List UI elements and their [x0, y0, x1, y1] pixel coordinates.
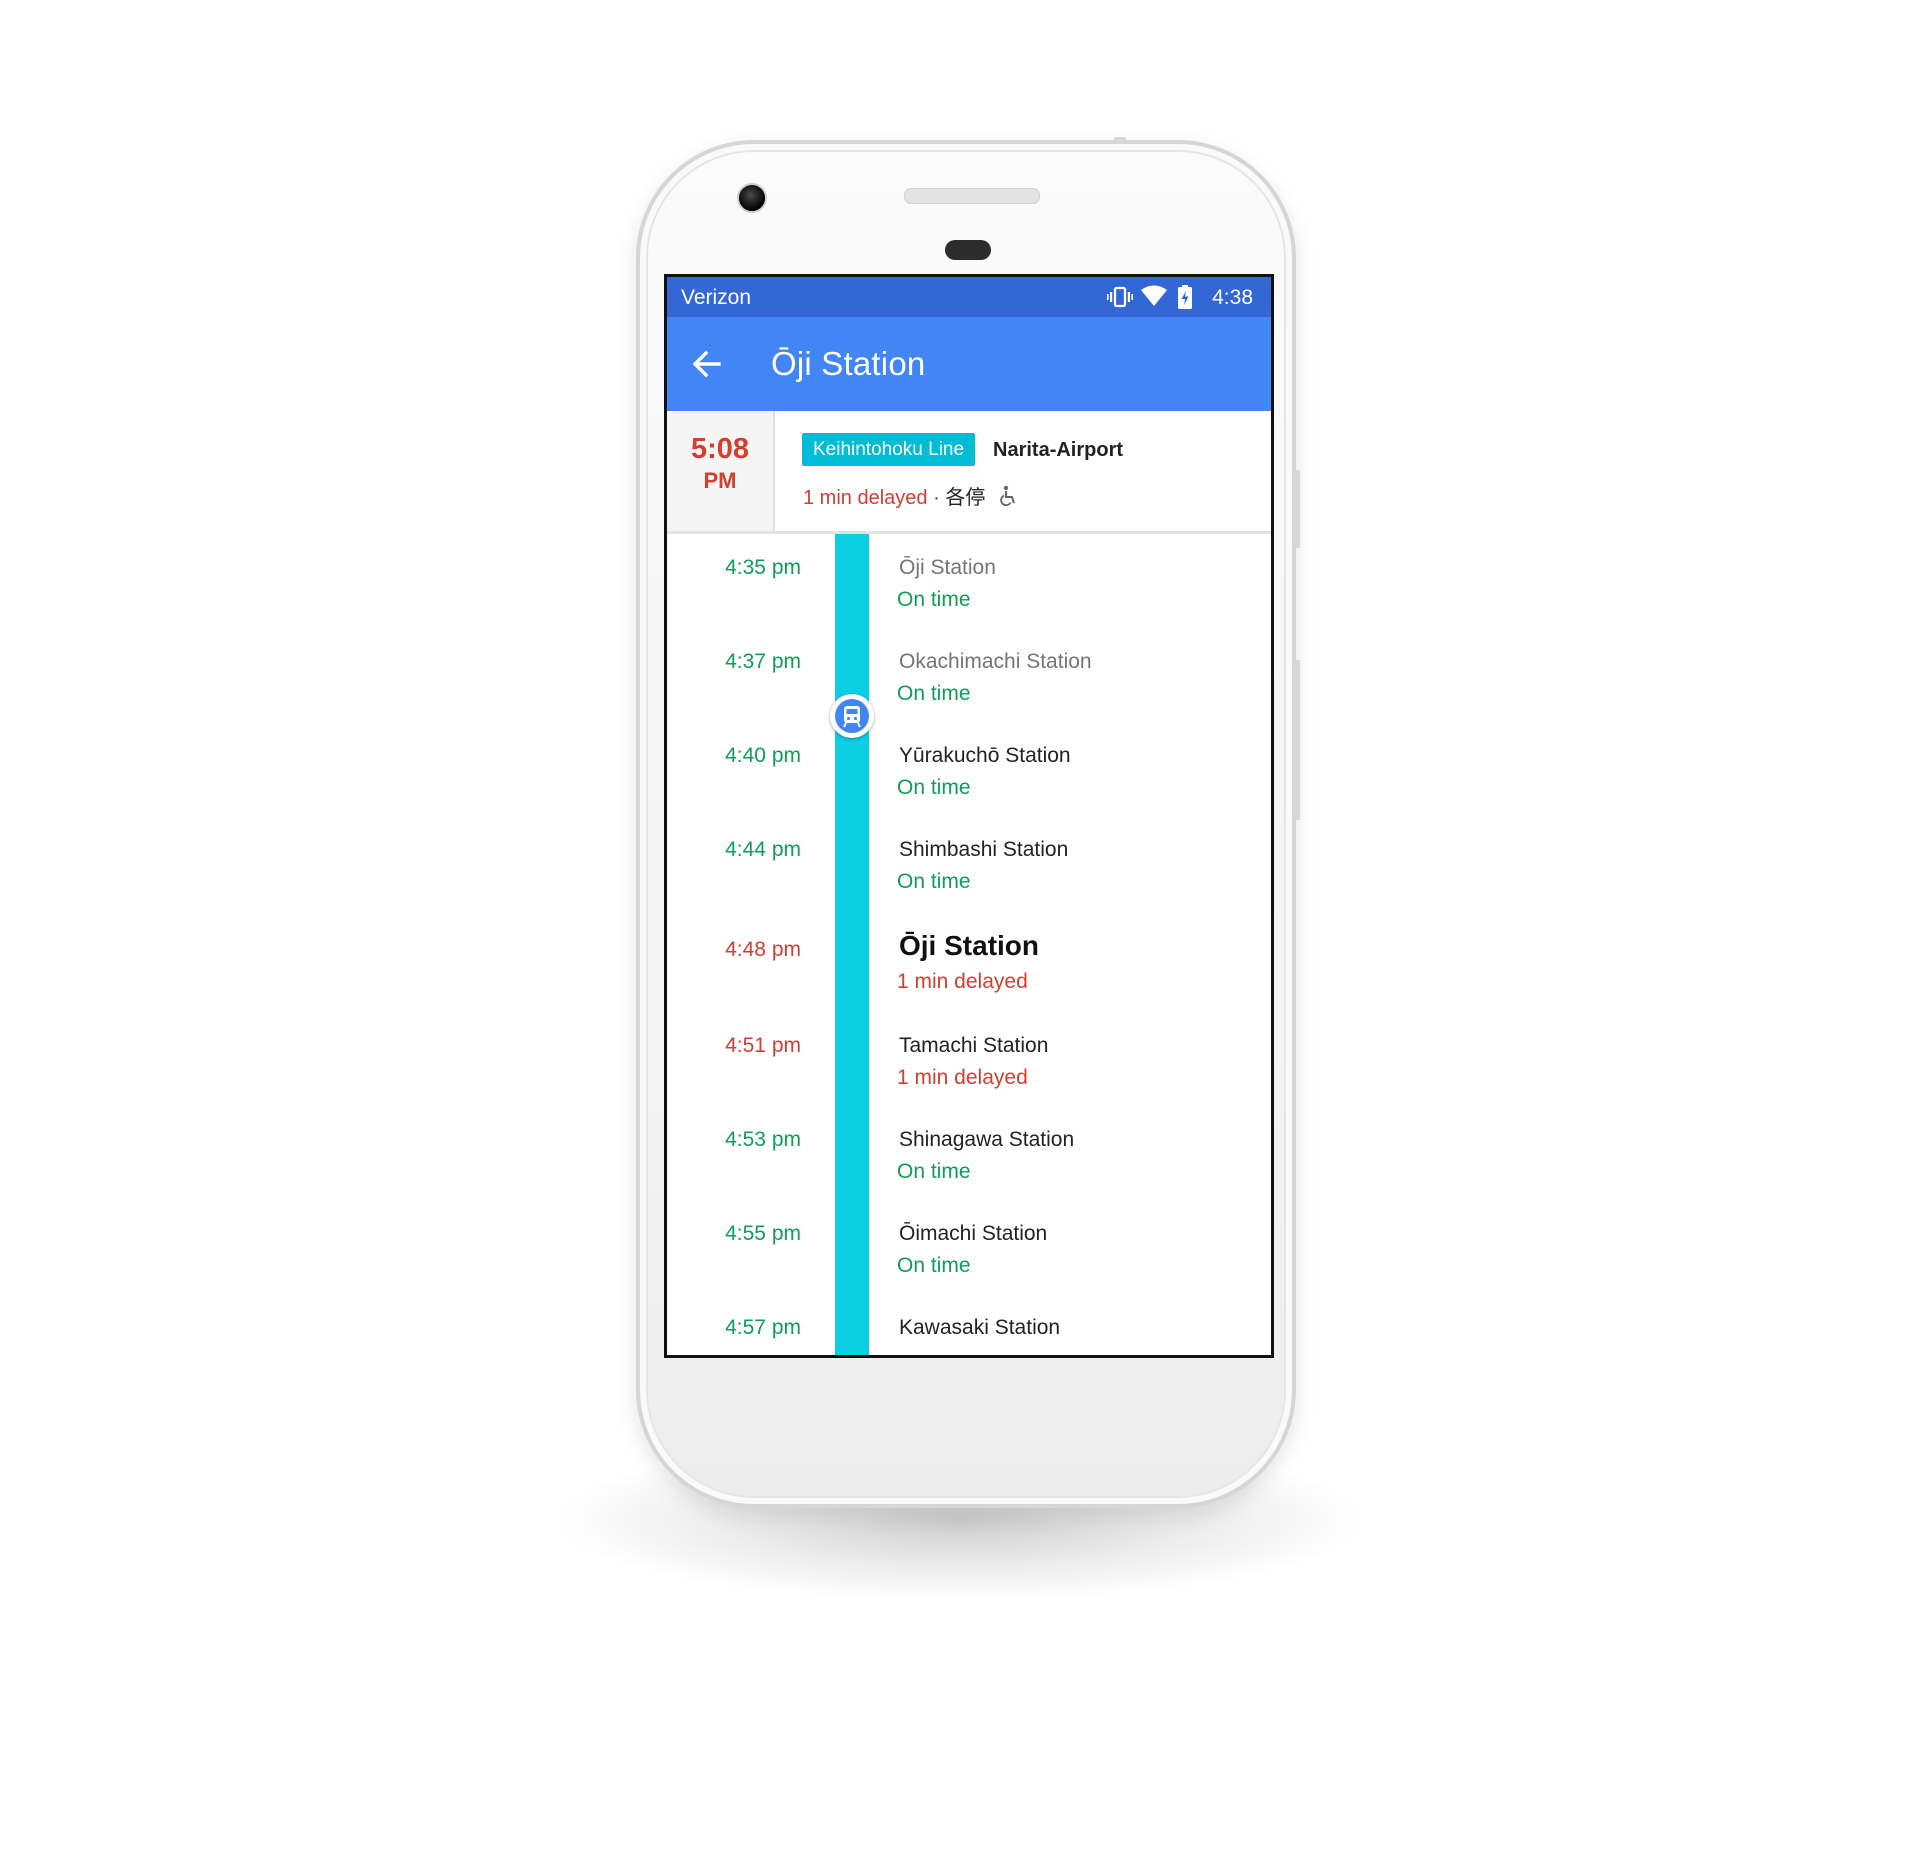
wheelchair-icon: [1000, 485, 1015, 507]
stop-time: 4:40 pm: [725, 744, 801, 767]
battery-charging-icon: [1178, 285, 1192, 309]
stop-name: Shimbashi Station: [899, 838, 1069, 861]
top-notch: [1114, 137, 1126, 142]
front-camera: [737, 183, 767, 213]
stop-name: Ōimachi Station: [899, 1222, 1048, 1245]
stop-status: On time: [897, 776, 971, 799]
page-title: Ōji Station: [771, 345, 926, 382]
status-time: 4:38: [1212, 286, 1253, 309]
train-position-icon[interactable]: [830, 694, 874, 738]
stop-row[interactable]: 4:40 pm Yūrakuchō Station On time: [667, 722, 1271, 816]
earpiece-speaker: [904, 188, 1040, 204]
vibrate-icon: [1107, 286, 1133, 308]
stop-time: 4:55 pm: [725, 1222, 801, 1245]
stop-time: 4:57 pm: [725, 1316, 801, 1339]
stop-status: On time: [897, 682, 971, 705]
departure-ampm: PM: [703, 468, 737, 493]
stop-time: 4:44 pm: [725, 838, 801, 861]
stop-status: On time: [897, 1254, 971, 1277]
power-button: [1294, 470, 1300, 548]
separator-dot: ·: [933, 487, 940, 509]
departure-card[interactable]: 5:08 PM Keihintohoku Line Narita-Airport…: [667, 411, 1271, 534]
stop-status: 1 min delayed: [897, 1066, 1028, 1089]
volume-button: [1294, 660, 1300, 820]
stop-name: Tamachi Station: [899, 1034, 1049, 1057]
stop-row[interactable]: 4:51 pm Tamachi Station 1 min delayed: [667, 1012, 1271, 1106]
stop-row[interactable]: 4:44 pm Shimbashi Station On time: [667, 816, 1271, 910]
proximity-sensor: [945, 240, 991, 260]
app-bar: Ōji Station: [667, 317, 1271, 411]
stop-status: On time: [897, 588, 971, 611]
stop-list: 4:35 pm Ōji Station On time 4:37 pm Okac…: [667, 534, 1271, 1355]
stop-name: Yūrakuchō Station: [899, 744, 1071, 767]
stop-row[interactable]: 4:55 pm Ōimachi Station On time: [667, 1200, 1271, 1294]
departure-time: 5:08: [690, 433, 750, 465]
carrier-label: Verizon: [681, 286, 752, 309]
stop-name: Ōji Station: [899, 556, 996, 579]
line-badge: Keihintohoku Line: [802, 433, 976, 466]
stop-time: 4:37 pm: [725, 650, 801, 673]
stop-status: On time: [897, 1160, 971, 1183]
stop-name: Okachimachi Station: [899, 650, 1092, 673]
stop-status: On time: [897, 870, 971, 893]
departure-time-box: 5:08 PM: [667, 411, 775, 531]
phone-screen: Verizon 4:38 Ōji Station 5:08 PM Keihint…: [664, 274, 1274, 1358]
stop-time: 4:53 pm: [725, 1128, 801, 1151]
stop-time: 4:51 pm: [725, 1034, 801, 1057]
stop-name: Shinagawa Station: [899, 1128, 1075, 1151]
status-bar: Verizon 4:38: [667, 277, 1271, 317]
stop-row[interactable]: 4:37 pm Okachimachi Station On time: [667, 628, 1271, 722]
stop-name: Ōji Station: [899, 930, 1039, 961]
stop-row[interactable]: 4:57 pm Kawasaki Station: [667, 1294, 1271, 1355]
stop-name: Kawasaki Station: [899, 1316, 1061, 1339]
stop-time: 4:35 pm: [725, 556, 801, 579]
delay-label: 1 min delayed: [803, 487, 928, 509]
stop-row[interactable]: 4:53 pm Shinagawa Station On time: [667, 1106, 1271, 1200]
arrow-back-icon[interactable]: [687, 344, 727, 384]
train-icon: [835, 699, 869, 733]
wifi-icon: [1141, 285, 1167, 306]
stop-row[interactable]: 4:35 pm Ōji Station On time: [667, 534, 1271, 628]
stop-status: 1 min delayed: [897, 970, 1028, 993]
departure-subline: 1 min delayed · 各停: [803, 481, 1017, 510]
destination-label: Narita-Airport: [993, 439, 1124, 461]
service-type-label: 各停: [945, 487, 986, 509]
stop-row-current[interactable]: 4:48 pm Ōji Station 1 min delayed: [667, 916, 1271, 1010]
stop-time: 4:48 pm: [725, 938, 801, 961]
